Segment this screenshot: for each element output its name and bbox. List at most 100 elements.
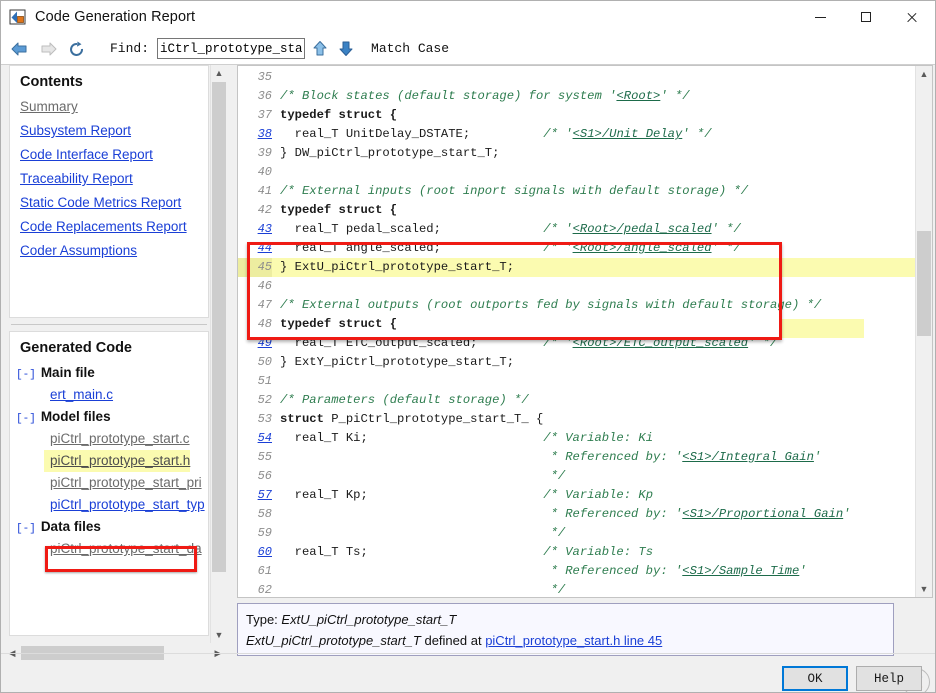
code-line-number[interactable]: 38: [238, 125, 272, 144]
code-line-text: real_T pedal_scaled; /* '<Root>/pedal_sc…: [280, 222, 741, 236]
tree-group-1[interactable]: [-] Model files: [10, 406, 208, 428]
sidebar-scroll-thumb[interactable]: [212, 82, 226, 572]
forward-arrow-icon[interactable]: [37, 38, 59, 60]
help-button[interactable]: Help: [856, 666, 922, 691]
code-trace-link[interactable]: <S1>/Proportional Gain: [682, 507, 843, 521]
code-token: typedef struct {: [280, 317, 398, 331]
sidebar-scroll-up-button[interactable]: ▲: [211, 65, 227, 81]
code-token: /* Variable: Ki: [543, 431, 654, 445]
back-arrow-icon[interactable]: [8, 38, 30, 60]
code-line-text: } ExtY_piCtrl_prototype_start_T;: [280, 355, 514, 369]
code-line-text: /* External inputs (root inport signals …: [280, 184, 748, 198]
tree-file-link[interactable]: piCtrl_prototype_start.h: [44, 450, 191, 472]
code-line-text: real_T UnitDelay_DSTATE; /* '<S1>/Unit D…: [280, 127, 712, 141]
code-scroll-thumb[interactable]: [917, 231, 931, 336]
code-line-number: 40: [257, 165, 272, 179]
tree-group-2[interactable]: [-] Data files: [10, 516, 208, 538]
code-line: 54 real_T Ki; /* Variable: Ki: [238, 429, 915, 448]
toc-link-4[interactable]: Static Code Metrics Report: [20, 194, 198, 211]
file-tree: [-] Main file ert_main.c [-] Model files piCt…: [10, 362, 208, 560]
match-case-label[interactable]: Match Case: [371, 41, 449, 56]
code-token: /* ': [543, 241, 573, 255]
code-line-number[interactable]: 49: [238, 334, 272, 353]
code-line-number[interactable]: 57: [238, 486, 272, 505]
code-scroll-down-button[interactable]: ▼: [916, 581, 932, 597]
toc-link-5[interactable]: Code Replacements Report: [20, 218, 198, 235]
code-token: /* ': [543, 336, 573, 350]
code-token: * Referenced by: ': [550, 564, 683, 578]
sidebar-scroll-down-button[interactable]: ▼: [211, 627, 227, 643]
code-trace-link[interactable]: <Root>/ETC_output_scaled: [573, 336, 749, 350]
code-token: P_piCtrl_prototype_start_T_ {: [323, 412, 544, 426]
code-token: real_T pedal_scaled;: [280, 222, 544, 236]
code-line-number[interactable]: 43: [238, 220, 272, 239]
tree-collapse-icon[interactable]: [-]: [16, 413, 36, 425]
code-line: 47 /* External outputs (root outports fed…: [238, 296, 915, 315]
ok-button[interactable]: OK: [782, 666, 848, 691]
type-info-definition-link[interactable]: piCtrl_prototype_start.h line 45: [485, 633, 662, 648]
code-scroll-area: 35 36 /* Block states (default storage) fo…: [238, 66, 915, 597]
tree-collapse-icon[interactable]: [-]: [16, 369, 36, 381]
code-line-number[interactable]: 60: [238, 543, 272, 562]
tree-collapse-icon[interactable]: [-]: [16, 523, 36, 535]
sidebar-divider: [11, 324, 207, 325]
tree-file-link[interactable]: ert_main.c: [10, 384, 208, 406]
toc-link-0[interactable]: Summary: [20, 98, 198, 115]
toc-link-2[interactable]: Code Interface Report: [20, 146, 198, 163]
code-line-text: /* Block states (default storage) for sy…: [280, 89, 690, 103]
code-token: real_T angle_scaled;: [280, 241, 544, 255]
code-token: } ExtU_piCtrl_prototype_start_T;: [280, 260, 515, 274]
code-line-number: 55: [257, 450, 272, 464]
sidebar-vertical-scrollbar[interactable]: ▲ ▼: [210, 65, 227, 643]
code-trace-link[interactable]: <Root>/pedal_scaled: [573, 222, 712, 236]
code-line-number[interactable]: 44: [238, 239, 272, 258]
code-line: 36 /* Block states (default storage) for …: [238, 87, 915, 106]
code-line: 61 * Referenced by: '<S1>/Sample Time': [238, 562, 915, 581]
code-line: 41 /* External inputs (root inport signal…: [238, 182, 915, 201]
maximize-button[interactable]: [843, 1, 889, 33]
tree-group-0[interactable]: [-] Main file: [10, 362, 208, 384]
code-token: real_T Ki;: [280, 431, 544, 445]
code-token: ' */: [660, 89, 690, 103]
tree-file-link[interactable]: piCtrl_prototype_start.c: [10, 428, 208, 450]
code-token: ' */: [682, 127, 712, 141]
code-trace-link[interactable]: <Root>/angle_scaled: [573, 241, 712, 255]
find-next-icon[interactable]: [335, 38, 357, 60]
code-token: ' */: [711, 222, 741, 236]
window-controls: [797, 1, 935, 33]
close-button[interactable]: [889, 1, 935, 33]
tree-file-link[interactable]: piCtrl_prototype_start_typ: [10, 494, 208, 516]
code-trace-link[interactable]: <S1>/Sample Time: [682, 564, 799, 578]
code-line: 56 */: [238, 467, 915, 486]
tree-file-link[interactable]: piCtrl_prototype_start_pri: [10, 472, 208, 494]
toc-link-6[interactable]: Coder Assumptions: [20, 242, 198, 259]
toc-link-3[interactable]: Traceability Report: [20, 170, 198, 187]
code-viewer: 35 36 /* Block states (default storage) fo…: [237, 65, 933, 598]
code-scroll-up-button[interactable]: ▲: [916, 66, 932, 82]
reload-icon[interactable]: [66, 38, 88, 60]
tree-file-link[interactable]: piCtrl_prototype_start_da: [10, 538, 208, 560]
code-token: ': [799, 564, 807, 578]
code-line-text: } DW_piCtrl_prototype_start_T;: [280, 146, 499, 160]
type-info-defined-name: ExtU_piCtrl_prototype_start_T: [246, 633, 421, 648]
code-vertical-scrollbar[interactable]: ▲ ▼: [915, 66, 932, 597]
code-line: 44 real_T angle_scaled; /* '<Root>/angle…: [238, 239, 915, 258]
main-content: Contents Summary Subsystem Report Code Int…: [1, 65, 935, 692]
code-line-number: 58: [257, 507, 272, 521]
code-trace-link[interactable]: <S1>/Integral Gain: [682, 450, 814, 464]
minimize-button[interactable]: [797, 1, 843, 33]
code-line: 46: [238, 277, 915, 296]
code-line-number: 41: [257, 184, 272, 198]
tree-file-row: piCtrl_prototype_start_typ: [10, 494, 208, 516]
code-line-text: real_T Ki; /* Variable: Ki: [280, 431, 653, 445]
search-input[interactable]: [157, 38, 306, 59]
find-previous-icon[interactable]: [309, 38, 331, 60]
code-trace-link[interactable]: <Root>: [616, 89, 660, 103]
code-trace-link[interactable]: <S1>/Unit Delay: [573, 127, 683, 141]
toc-link-1[interactable]: Subsystem Report: [20, 122, 198, 139]
code-lines: 35 36 /* Block states (default storage) fo…: [238, 66, 915, 597]
code-line-number[interactable]: 54: [238, 429, 272, 448]
tree-file-row: piCtrl_prototype_start.h: [10, 450, 208, 472]
